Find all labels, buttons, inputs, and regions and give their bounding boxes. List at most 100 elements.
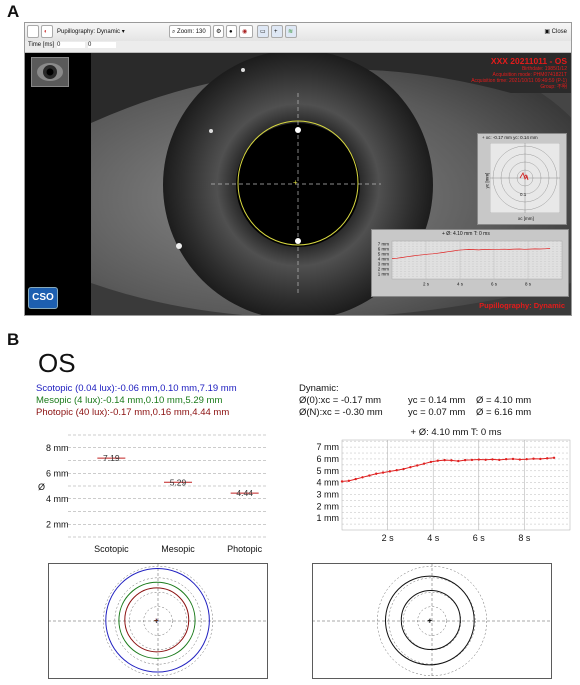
mode-dropdown[interactable]: Pupillography: Dynamic ▾ — [57, 28, 125, 35]
y-axis-label: Ø — [38, 482, 45, 492]
eye-icon[interactable]: ◉ — [239, 25, 253, 38]
category-label: Mesopic — [161, 544, 195, 554]
x-tick-label: 8 s — [525, 282, 532, 287]
crosshair-icon[interactable]: + — [271, 25, 283, 38]
tracking-xlabel: xc [mm] — [518, 216, 534, 221]
x-tick-label: 4 s — [427, 533, 440, 543]
category-label: Scotopic — [94, 544, 129, 554]
time-end-value: 0 — [88, 42, 92, 48]
x-tick-label: 6 s — [473, 533, 486, 543]
close-label: Close — [551, 29, 567, 35]
diameter-data-point — [429, 460, 433, 464]
y-tick-label: 2 mm — [378, 267, 390, 272]
dynamic-pupil-circles-plot: ++ — [312, 563, 552, 679]
diameter-data-point — [409, 466, 412, 469]
static-pupil-circles-plot: +++ — [48, 563, 268, 679]
time-start-field[interactable]: 0 — [57, 42, 85, 48]
y-tick-label: 4 mm — [46, 494, 69, 504]
diameter-data-point — [381, 471, 385, 474]
diameter-data-point — [477, 458, 480, 461]
tracking-value: 0.1 — [520, 192, 527, 197]
dynamic-row1-d: Ø = 4.10 mm — [476, 395, 532, 406]
patient-info: XXX 20211011 - OS Birthdate: 1985/1/12 A… — [471, 56, 567, 90]
svg-text:+: + — [293, 178, 298, 187]
y-tick-label: 6 mm — [378, 247, 390, 252]
color-icon[interactable]: ● — [226, 25, 237, 38]
time-label: Time [ms] — [28, 42, 55, 48]
category-label: Photopic — [227, 544, 263, 554]
tracking-ylabel: yc [mm] — [484, 172, 490, 189]
mode-status: Pupillography: Dynamic — [479, 301, 565, 310]
dynamic-row1-xc: Ø(0):xc = -0.17 mm — [299, 395, 382, 406]
time-start-value: 0 — [57, 42, 61, 48]
tracking-header: + xc: -0.17 mm yc: 0.14 mm — [482, 135, 538, 140]
y-tick-label: 2 mm — [317, 501, 340, 511]
y-tick-label: 1 mm — [378, 272, 390, 277]
pupil-center-mark: + — [427, 616, 432, 625]
diameter-data-point — [511, 457, 515, 461]
overlay-icon[interactable]: ▭ — [257, 25, 269, 38]
diameter-data-point — [532, 457, 535, 460]
zoom-button[interactable]: ⌕ Zoom: 130 % — [169, 25, 211, 48]
diameter-data-point — [470, 458, 474, 462]
dynamic-row2-xc: Ø(N):xc = -0.30 mm — [299, 407, 383, 418]
diameter-data-point — [436, 459, 439, 462]
dynamic-row2-yc: yc = 0.07 mm — [408, 407, 466, 418]
pupil-icon[interactable]: ◐ — [41, 25, 53, 38]
dynamic-title: Dynamic: — [299, 383, 339, 394]
dynamic-row2-d: Ø = 6.16 mm — [476, 407, 532, 418]
eye-image-view: + XXX 20211011 - OS Birthdate: 1985/1/12… — [91, 53, 571, 315]
diameter-data-point — [450, 459, 453, 462]
y-tick-label: 3 mm — [317, 489, 340, 499]
diameter-data-point — [443, 458, 446, 462]
tracking-mini-plot[interactable]: + xc: -0.17 mm yc: 0.14 mm 0.1 xc [mm] y… — [477, 133, 567, 225]
y-tick-label: 4 mm — [317, 478, 340, 488]
toolbar: ◐ Pupillography: Dynamic ▾ ⌕ Zoom: 130 %… — [25, 23, 571, 48]
x-tick-label: 2 s — [423, 282, 430, 287]
search-icon: ⌕ — [172, 29, 176, 35]
dynamic-diameter-chart: + Ø: 4.10 mm T: 0 ms 2 s 4 s 6 s 8 s 1 mm 2 mm… — [317, 427, 571, 543]
y-tick-label: 5 mm — [317, 466, 340, 476]
diameter-data-point — [491, 458, 494, 461]
y-tick-label: 8 mm — [46, 443, 69, 453]
tracking-plot-area — [490, 143, 560, 213]
value-label: 4.44 — [236, 488, 253, 498]
diameter-data-point — [361, 476, 364, 479]
patient-line: XXX 20211011 - OS — [490, 56, 567, 66]
legend-mesopic: Mesopic (4 lux):-0.14 mm,0.10 mm,5.29 mm — [36, 395, 223, 406]
legend-photopic: Photopic (40 lux):-0.17 mm,0.16 mm,4.44 … — [36, 407, 230, 418]
y-tick-label: 7 mm — [378, 242, 390, 247]
diameter-data-point — [498, 458, 501, 462]
legend-scotopic: Scotopic (0.04 lux):-0.06 mm,0.10 mm,7.1… — [36, 383, 237, 394]
close-button[interactable]: ▣ Close — [544, 28, 567, 35]
group-text: Group: 不明 — [540, 84, 567, 90]
diameter-data-point — [484, 458, 487, 461]
diameter-mini-header: + Ø: 4.10 mm T: 0 ms — [442, 231, 490, 237]
diameter-data-point — [552, 456, 556, 459]
diameter-data-point — [368, 474, 371, 477]
diameter-mini-plot: 2 s 4 s 6 s 8 s 1 mm2 mm3 mm4 mm5 mm6 mm7 mm — [378, 240, 563, 287]
adjust-icon[interactable]: ⚙ — [213, 25, 224, 38]
diameter-data-point — [416, 464, 419, 467]
diameter-data-point — [463, 458, 467, 462]
diameter-mini-graph[interactable]: + Ø: 4.10 mm T: 0 ms 2 s 4 s 6 s 8 s 1 mm 2 m… — [371, 229, 569, 297]
x-tick-label: 6 s — [491, 282, 498, 287]
time-bar: Time [ms] 0 0 — [25, 41, 571, 53]
chevron-down-icon: ▾ — [121, 29, 125, 35]
frame-thumbnail[interactable] — [31, 57, 69, 87]
panel-label-b: B — [7, 330, 20, 349]
plot-area — [391, 240, 563, 280]
diameter-data-point — [422, 462, 426, 465]
graph-icon[interactable]: ≋ — [285, 25, 297, 38]
dynamic-chart-header: + Ø: 4.10 mm T: 0 ms — [411, 427, 502, 438]
y-tick-label: 3 mm — [378, 262, 390, 267]
app-window: ◐ Pupillography: Dynamic ▾ ⌕ Zoom: 130 %… — [24, 22, 572, 316]
diameter-data-point — [354, 477, 357, 481]
mode-dropdown-label: Pupillography: Dynamic — [57, 29, 121, 35]
camera-icon[interactable] — [27, 25, 39, 38]
diameter-data-point — [375, 472, 378, 475]
y-tick-label: 6 mm — [46, 468, 69, 478]
pupil-center-mark: + — [154, 616, 159, 625]
y-tick-label: 2 mm — [46, 519, 69, 529]
time-end-field[interactable]: 0 — [88, 42, 116, 48]
